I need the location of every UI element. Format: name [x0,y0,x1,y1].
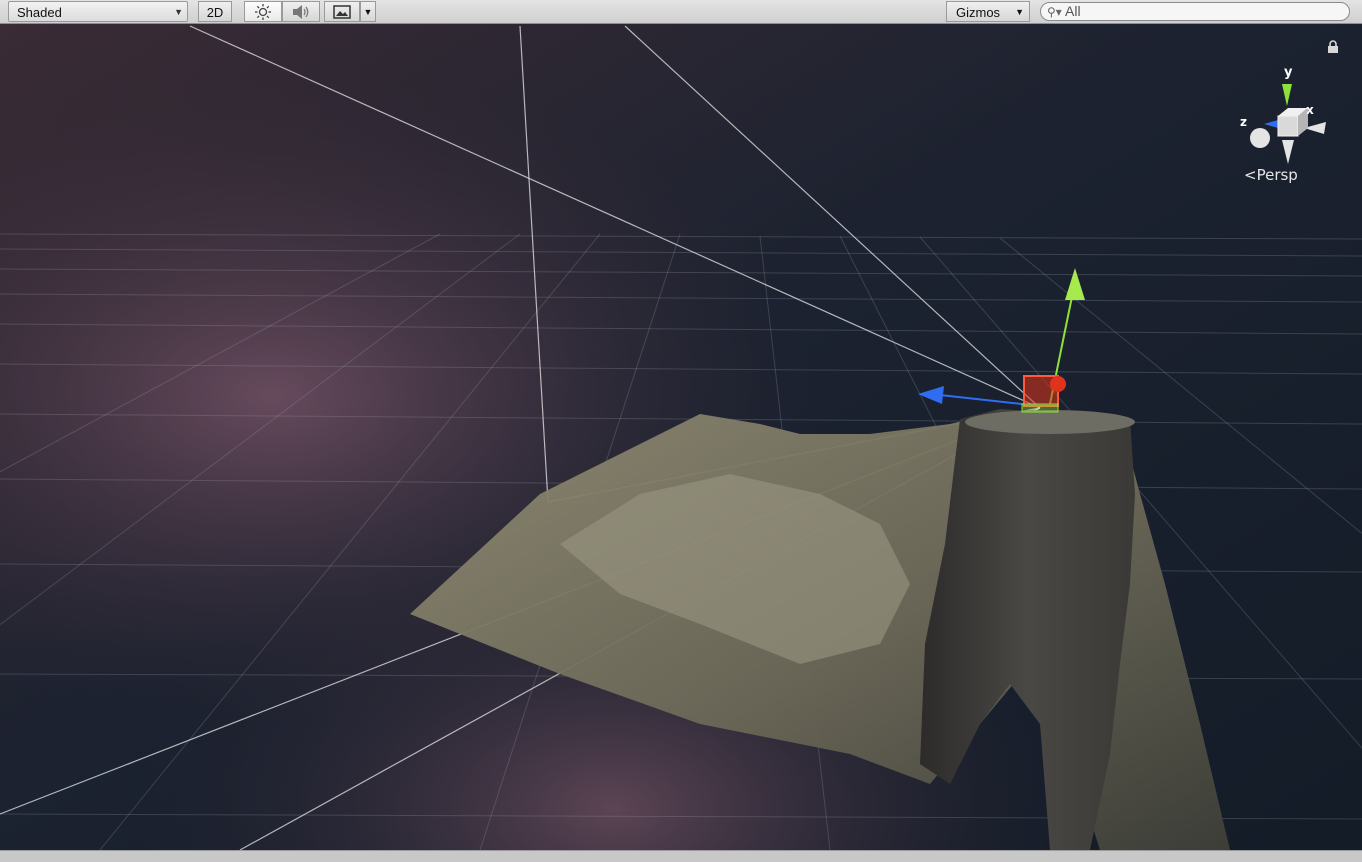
orientation-cube-icon: y x z [1240,65,1326,164]
speaker-icon [293,5,309,19]
persp-arrow-icon: < [1244,166,1257,184]
image-icon [333,5,351,19]
lock-icon[interactable] [1327,40,1339,54]
effects-dropdown-button[interactable]: ▼ [360,1,376,22]
2d-label: 2D [206,5,224,20]
axis-z-label: z [1240,115,1247,129]
scene-toolbar: Shaded ▼ 2D ▼ Gizmos ▼ ⚲▾ All [0,0,1362,24]
scene-viewport[interactable]: y x z [0,24,1362,850]
projection-toggle[interactable]: <Persp [1244,166,1298,184]
audio-toggle-button[interactable] [282,1,320,22]
lighting-toggle-button[interactable] [244,1,282,22]
dropdown-arrow-icon: ▼ [363,7,373,17]
2d-toggle-button[interactable]: 2D [198,1,232,22]
axis-y-label: y [1284,65,1293,80]
projection-label: Persp [1256,166,1298,184]
gizmos-label: Gizmos [956,5,1001,20]
scene-orientation-gizmo[interactable]: y x z [1234,62,1344,222]
scene-render [0,24,1362,850]
search-icon: ⚲▾ [1047,5,1062,19]
shading-mode-label: Shaded [17,5,62,20]
gizmos-dropdown[interactable]: Gizmos ▼ [946,1,1030,22]
axis-x-label: x [1306,103,1314,117]
dropdown-arrow-icon: ▼ [1015,7,1024,17]
shading-mode-dropdown[interactable]: Shaded ▼ [8,1,188,22]
sun-icon [255,4,271,20]
scene-search-input[interactable]: ⚲▾ All [1040,2,1350,21]
search-placeholder: All [1065,3,1081,19]
status-bar [0,850,1362,862]
dropdown-arrow-icon: ▼ [174,7,183,17]
effects-toggle-button[interactable] [324,1,360,22]
